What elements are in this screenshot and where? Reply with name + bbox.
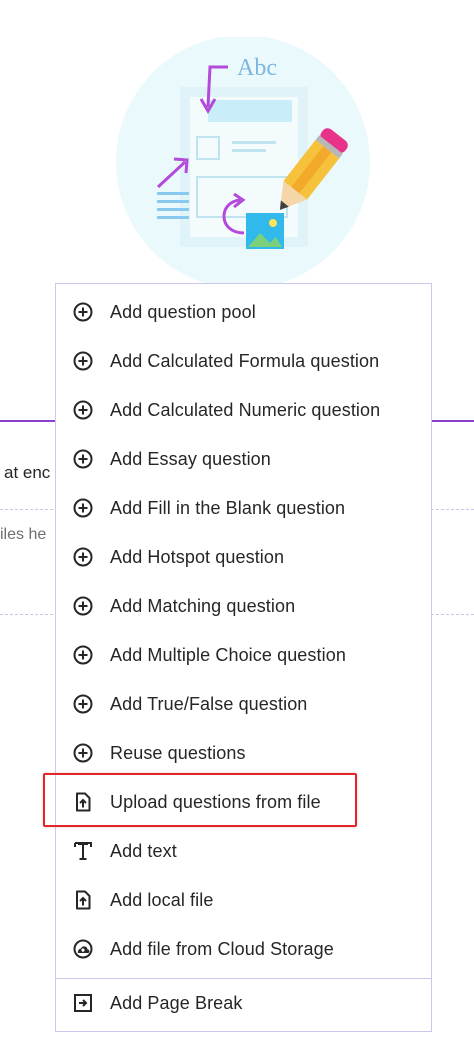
menu-separator: [56, 978, 431, 979]
menu-item-label: Add Fill in the Blank question: [110, 498, 346, 518]
plus-circle-icon: [73, 302, 93, 322]
text-format-icon: [74, 842, 92, 860]
menu-item-add-fill-in-the-blank-question[interactable]: Add Fill in the Blank question: [56, 486, 431, 530]
menu-item-label: Add Page Break: [110, 993, 243, 1013]
menu-item-label: Add Multiple Choice question: [110, 645, 346, 665]
menu-item-add-page-break[interactable]: Add Page Break: [56, 981, 431, 1025]
menu-item-add-multiple-choice-question[interactable]: Add Multiple Choice question: [56, 633, 431, 677]
menu-item-add-true-false-question[interactable]: Add True/False question: [56, 682, 431, 726]
file-upload-icon: [76, 890, 91, 910]
plus-circle-icon: [73, 449, 93, 469]
menu-item-label: Add Hotspot question: [110, 547, 285, 567]
background-text: at enc: [4, 463, 51, 482]
menu-item-label: Add Calculated Numeric question: [110, 400, 381, 420]
plus-circle-icon: [73, 596, 93, 616]
plus-circle-icon: [73, 400, 93, 420]
add-content-menu: Add question pool Add Calculated Formula…: [55, 283, 432, 1032]
menu-item-add-calculated-formula-question[interactable]: Add Calculated Formula question: [56, 339, 431, 383]
menu-item-reuse-questions[interactable]: Reuse questions: [56, 731, 431, 775]
menu-item-add-text[interactable]: Add text: [56, 829, 431, 873]
menu-item-add-file-from-cloud-storage[interactable]: Add file from Cloud Storage: [56, 927, 431, 971]
cloud-upload-icon: [73, 939, 93, 959]
menu-item-label: Add Calculated Formula question: [110, 351, 380, 371]
menu-item-label: Add True/False question: [110, 694, 308, 714]
plus-circle-icon: [73, 351, 93, 371]
menu-item-add-question-pool[interactable]: Add question pool: [56, 290, 431, 334]
plus-circle-icon: [73, 498, 93, 518]
menu-item-label: Add file from Cloud Storage: [110, 939, 334, 959]
plus-circle-icon: [73, 743, 93, 763]
highlight-box: [43, 773, 357, 827]
illustration-abc-text: Abc: [237, 55, 277, 81]
menu-item-add-matching-question[interactable]: Add Matching question: [56, 584, 431, 628]
menu-item-add-local-file[interactable]: Add local file: [56, 878, 431, 922]
menu-item-label: Add text: [110, 841, 177, 861]
background-text: iles he: [0, 526, 47, 543]
plus-circle-icon: [73, 694, 93, 714]
menu-item-label: Add question pool: [110, 302, 256, 322]
menu-item-add-calculated-numeric-question[interactable]: Add Calculated Numeric question: [56, 388, 431, 432]
menu-item-label: Add Essay question: [110, 449, 271, 469]
menu-item-label: Add local file: [110, 890, 214, 910]
plus-circle-icon: [73, 645, 93, 665]
menu-item-label: Add Matching question: [110, 596, 296, 616]
menu-item-add-essay-question[interactable]: Add Essay question: [56, 437, 431, 481]
assessment-illustration: Abc: [116, 37, 370, 287]
menu-item-add-hotspot-question[interactable]: Add Hotspot question: [56, 535, 431, 579]
page-break-icon: [74, 994, 92, 1012]
plus-circle-icon: [73, 547, 93, 567]
menu-item-label: Reuse questions: [110, 743, 246, 763]
